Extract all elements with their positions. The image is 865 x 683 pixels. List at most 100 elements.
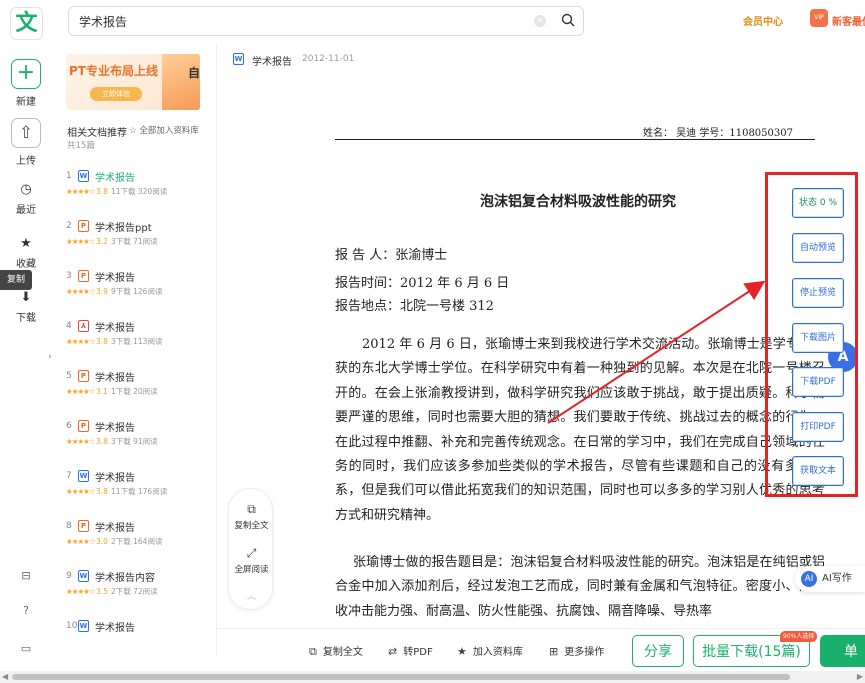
promo-banner[interactable]: PT专业布局上线 立即体验 [66,54,200,110]
doc-item-title[interactable]: 学术报告 [95,319,135,334]
bottom-to-pdf-label: 转PDF [403,647,433,658]
doc-item-score: 3.0 [96,537,108,546]
chevron-right-icon[interactable]: › [48,352,52,362]
scrollbar-thumb[interactable] [12,674,790,680]
related-doc-item[interactable]: 6 P 学术报告 ★★★★☆ 3.8 3下载 91阅读 [66,419,214,459]
rail-upload[interactable]: ⇧ 上传 [0,118,52,167]
rating-stars-icon: ★★★★☆ [66,587,97,596]
doc-item-downloads: 9下载 [110,287,131,296]
star-icon: ★ [457,645,467,658]
get-text-button[interactable]: 获取文本 [792,456,844,486]
paper-rule [335,139,815,140]
vip-gift-link[interactable]: 新客最优 [832,13,865,28]
doc-item-number: 4 [66,321,72,331]
related-doc-item[interactable]: 9 W 学术报告内容 ★★★★☆ 3.5 2下载 72阅读 [66,569,214,609]
doc-item-score: 3.8 [96,487,108,496]
related-doc-item[interactable]: 8 P 学术报告 ★★★★☆ 3.0 2下载 164阅读 [66,519,214,559]
scroll-right-icon[interactable]: ▶ [857,671,863,683]
related-doc-item[interactable]: 1 W 学术报告 ★★★★☆ 3.8 11下载 320阅读 [66,169,214,209]
file-type-icon: P [78,370,89,382]
doc-title: 学术报告 [252,57,292,68]
float-copy-all[interactable]: ⧉ 复制全文 [229,501,274,531]
file-type-icon: W [78,570,89,582]
doc-item-score: 3.8 [96,437,108,446]
bottom-add-library-label: 加入资料库 [472,647,523,658]
banner-try-button[interactable]: 立即体验 [90,87,142,101]
doc-item-title[interactable]: 学术报告 [95,269,135,284]
related-doc-item[interactable]: 4 ⅄ 学术报告 ★★★★☆ 3.8 3下载 113阅读 [66,319,214,359]
search-icon[interactable] [561,13,575,27]
star-icon: ★ [20,236,32,251]
file-type-icon: W [78,620,89,632]
doc-item-title[interactable]: 学术报告ppt [95,219,152,234]
doc-item-title[interactable]: 学术报告 [95,369,135,384]
paper-reporter: 报 告 人：张渝博士 [335,248,448,263]
bottom-add-library[interactable]: ★ 加入资料库 [457,643,523,658]
rail-download[interactable]: ⬇ 下载 [0,289,52,324]
doc-item-title[interactable]: 学术报告 [95,519,135,534]
doc-item-reads: 91阅读 [133,437,158,446]
doc-item-downloads: 2下载 [110,587,131,596]
doc-item-downloads: 3下载 [110,437,131,446]
related-doc-item[interactable]: 3 P 学术报告 ★★★★☆ 3.9 9下载 126阅读 [66,269,214,309]
doc-item-title[interactable]: 学术报告 [95,619,135,634]
rail-new[interactable]: + 新建 [0,59,52,108]
download-images-button[interactable]: 下载图片 [792,323,844,353]
search-input[interactable] [79,12,519,30]
related-doc-item[interactable]: 10 W 学术报告 [66,619,214,656]
app-logo[interactable]: 文 [10,7,43,40]
help-icon[interactable]: ? [19,604,33,618]
doc-item-number: 5 [66,371,72,381]
related-doc-item[interactable]: 5 P 学术报告 ★★★★☆ 3.1 1下载 20阅读 [66,369,214,409]
doc-item-number: 1 [66,171,72,181]
banner-illustration [162,54,200,110]
stop-preview-button[interactable]: 停止预览 [792,278,844,308]
bottom-copy-all[interactable]: ⧉ 复制全文 [309,643,363,659]
doc-item-number: 3 [66,271,72,281]
doc-item-title[interactable]: 学术报告 [95,469,135,484]
paper-time: 报告时间：2012 年 6 月 6 日 [335,276,510,291]
paper-paragraph-2: 张瑜博士做的报告题目是：泡沫铝复合材料吸波性能的研究。泡沫铝是在纯铝或铝合金中加… [335,555,825,619]
bottom-to-pdf[interactable]: ⇄ 转PDF [388,643,433,658]
scroll-left-icon[interactable]: ◀ [2,671,8,683]
vip-center-link[interactable]: 会员中心 [743,13,783,28]
status-button[interactable]: 状态 0 % [792,188,844,218]
print-pdf-button[interactable]: 打印PDF [792,412,844,442]
toolbox-icon[interactable]: ⊟ [19,569,33,583]
clear-icon[interactable]: ✕ [534,15,546,27]
vip-icon[interactable]: VIP [810,9,828,27]
doc-item-title[interactable]: 学术报告内容 [95,569,155,584]
doc-item-number: 8 [66,521,72,531]
auto-preview-button[interactable]: 自动预览 [792,233,844,263]
doc-item-number: 10 [66,621,78,631]
download-pdf-button[interactable]: 下载PDF [792,367,844,397]
doc-item-meta: ★★★★☆ 3.8 3下载 91阅读 [66,436,158,447]
share-button[interactable]: 分享 [632,635,684,667]
related-doc-item[interactable]: 2 P 学术报告ppt ★★★★☆ 3.2 3下载 71阅读 [66,219,214,259]
bottom-more[interactable]: ⊞ 更多操作 [549,643,604,658]
add-all-to-library[interactable]: ☆ 全部加入资料库 [129,124,199,136]
monitor-icon[interactable]: ▭ [19,642,33,656]
convert-icon: ⇄ [388,645,398,658]
doc-item-meta: ★★★★☆ 3.8 11下载 176阅读 [66,486,167,497]
float-fullscreen[interactable]: ⤢ 全屏阅读 [229,545,274,575]
horizontal-scrollbar[interactable]: ◀ ▶ [0,671,865,683]
chevron-up-icon[interactable]: ︿ [229,589,274,602]
doc-item-score: 3.5 [96,587,108,596]
ai-write-button[interactable]: AI AI写作 [795,566,865,592]
download-plugin-panel: 状态 0 % 自动预览 停止预览 下载图片 下载PDF 打印PDF 获取文本 [765,172,858,497]
related-doc-item[interactable]: 7 W 学术报告 ★★★★☆ 3.8 11下载 176阅读 [66,469,214,509]
ai-write-label: AI写作 [822,573,852,584]
doc-item-title[interactable]: 学术报告 [95,169,135,184]
doc-item-number: 2 [66,221,72,231]
single-download-button[interactable]: 单 [820,635,865,667]
doc-item-meta: ★★★★☆ 3.0 2下载 164阅读 [66,536,162,547]
rail-recent[interactable]: ◷ 最近 [0,181,52,216]
banner-side-text: 自 [188,66,201,80]
doc-item-score: 3.8 [96,337,108,346]
rail-favorite[interactable]: ★ 收藏 [0,235,52,270]
copy-tag[interactable]: 复制 [0,270,32,290]
file-type-icon: P [78,520,89,532]
doc-item-score: 3.8 [96,187,108,196]
doc-item-title[interactable]: 学术报告 [95,419,135,434]
